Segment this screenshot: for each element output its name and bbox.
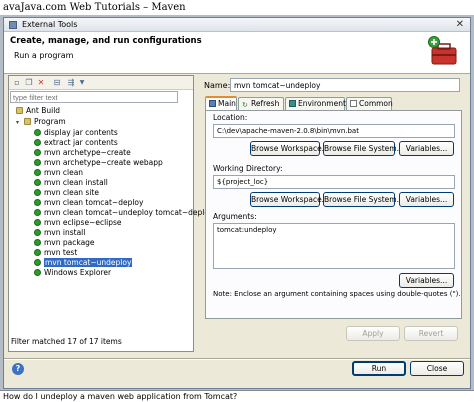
- location-browse-workspace-button[interactable]: Browse Workspace...: [250, 141, 329, 156]
- collapse-all-icon[interactable]: ⊟: [52, 78, 62, 88]
- program-config-icon: [34, 249, 41, 256]
- tree-item[interactable]: mvn archetype~create: [34, 148, 131, 158]
- external-tools-icon: [9, 21, 17, 29]
- program-config-icon: [34, 269, 41, 276]
- tree-item-program[interactable]: ▾ Program: [16, 117, 66, 127]
- dialog-title: External Tools: [22, 20, 78, 29]
- tree-item[interactable]: mvn archetype~create webapp: [34, 158, 163, 168]
- arguments-note: Note: Enclose an argument containing spa…: [213, 290, 461, 298]
- tree-item[interactable]: display jar contents: [34, 128, 118, 138]
- tree-item-selected[interactable]: mvn tomcat~undeploy: [34, 258, 133, 268]
- delete-config-icon[interactable]: ✕: [36, 78, 46, 88]
- close-button[interactable]: Close: [410, 361, 464, 376]
- tab-common[interactable]: Common: [346, 97, 393, 110]
- workdir-variables-button[interactable]: Variables...: [399, 192, 454, 207]
- program-config-icon: [34, 149, 41, 156]
- collapse-icon[interactable]: ▾: [16, 118, 24, 128]
- tab-environment[interactable]: Environment: [285, 97, 346, 110]
- tree-item[interactable]: mvn clean: [34, 168, 83, 178]
- program-config-icon: [34, 169, 41, 176]
- caption: How do I undeploy a maven web applicatio…: [0, 390, 474, 402]
- location-variables-button[interactable]: Variables...: [399, 141, 454, 156]
- program-config-icon: [34, 129, 41, 136]
- dialog-header: Create, manage, and run configurations R…: [4, 32, 470, 74]
- arguments-field[interactable]: tomcat:undeploy: [213, 223, 455, 269]
- chevron-down-icon[interactable]: ▼: [77, 78, 87, 88]
- apply-button[interactable]: Apply: [346, 326, 400, 341]
- program-config-icon: [34, 239, 41, 246]
- workdir-browse-workspace-button[interactable]: Browse Workspace...: [250, 192, 329, 207]
- program-config-icon: [34, 139, 41, 146]
- arguments-variables-button[interactable]: Variables...: [399, 273, 454, 288]
- working-directory-label: Working Directory:: [213, 164, 283, 173]
- panel-sash[interactable]: [197, 75, 201, 352]
- run-button[interactable]: Run: [352, 361, 406, 376]
- location-browse-file-system-button[interactable]: Browse File System...: [323, 141, 404, 156]
- program-config-icon: [34, 199, 41, 206]
- copy-config-icon[interactable]: ❐: [24, 78, 34, 88]
- program-config-icon: [34, 159, 41, 166]
- program-icon: [24, 118, 31, 125]
- location-field[interactable]: C:\dev\apache-maven-2.0.8\bin\mvn.bat: [213, 124, 455, 138]
- tree-item[interactable]: extract jar contents: [34, 138, 118, 148]
- tree-item[interactable]: mvn clean install: [34, 178, 108, 188]
- filter-icon[interactable]: ⇶: [66, 78, 76, 88]
- common-icon: [350, 100, 357, 107]
- tree-item[interactable]: mvn package: [34, 238, 95, 248]
- tree-item[interactable]: mvn clean tomcat~undeploy tomcat~deploy: [34, 208, 213, 218]
- name-label: Name:: [204, 81, 231, 90]
- new-config-icon[interactable]: ▫: [12, 78, 22, 88]
- refresh-icon: ↻: [242, 101, 248, 109]
- tree-item[interactable]: mvn test: [34, 248, 77, 258]
- tab-main[interactable]: Main: [205, 96, 237, 111]
- tree-item[interactable]: mvn clean site: [34, 188, 99, 198]
- toolbox-icon: [428, 36, 457, 65]
- program-config-icon: [34, 259, 41, 266]
- working-directory-field[interactable]: ${project_loc}: [213, 175, 455, 189]
- tree-item[interactable]: Windows Explorer: [34, 268, 111, 278]
- main-tab-panel: Location: C:\dev\apache-maven-2.0.8\bin\…: [205, 110, 462, 319]
- tab-refresh[interactable]: ↻ Refresh: [238, 97, 284, 110]
- location-label: Location:: [213, 113, 248, 122]
- tree-item[interactable]: mvn install: [34, 228, 85, 238]
- program-config-icon: [34, 219, 41, 226]
- program-config-icon: [34, 189, 41, 196]
- workdir-browse-file-system-button[interactable]: Browse File System...: [323, 192, 404, 207]
- page-title: avaJava.com Web Tutorials – Maven: [0, 0, 474, 16]
- filter-status: Filter matched 17 of 17 items: [11, 337, 122, 346]
- program-config-icon: [34, 179, 41, 186]
- close-icon[interactable]: ✕: [456, 19, 464, 30]
- ant-icon: [16, 107, 23, 114]
- tree-item[interactable]: mvn clean tomcat~deploy: [34, 198, 143, 208]
- button-bar-separator: [4, 358, 470, 360]
- configuration-toolbar: ▫ ❐ ✕ ⊟ ⇶ ▼: [9, 76, 193, 90]
- help-icon[interactable]: ?: [12, 363, 24, 375]
- tree-item-ant-build[interactable]: Ant Build: [16, 106, 60, 116]
- environment-icon: [289, 100, 296, 107]
- program-config-icon: [34, 209, 41, 216]
- arguments-label: Arguments:: [213, 212, 257, 221]
- tree-item[interactable]: mvn eclipse~eclipse: [34, 218, 122, 228]
- header-subtitle: Run a program: [14, 51, 74, 60]
- filter-input[interactable]: [10, 91, 178, 103]
- main-tab-icon: [209, 100, 216, 107]
- name-field[interactable]: mvn tomcat~undeploy: [230, 78, 460, 92]
- header-title: Create, manage, and run configurations: [10, 36, 202, 46]
- revert-button[interactable]: Revert: [404, 326, 458, 341]
- dialog-title-bar: External Tools ✕: [4, 18, 470, 32]
- program-config-icon: [34, 229, 41, 236]
